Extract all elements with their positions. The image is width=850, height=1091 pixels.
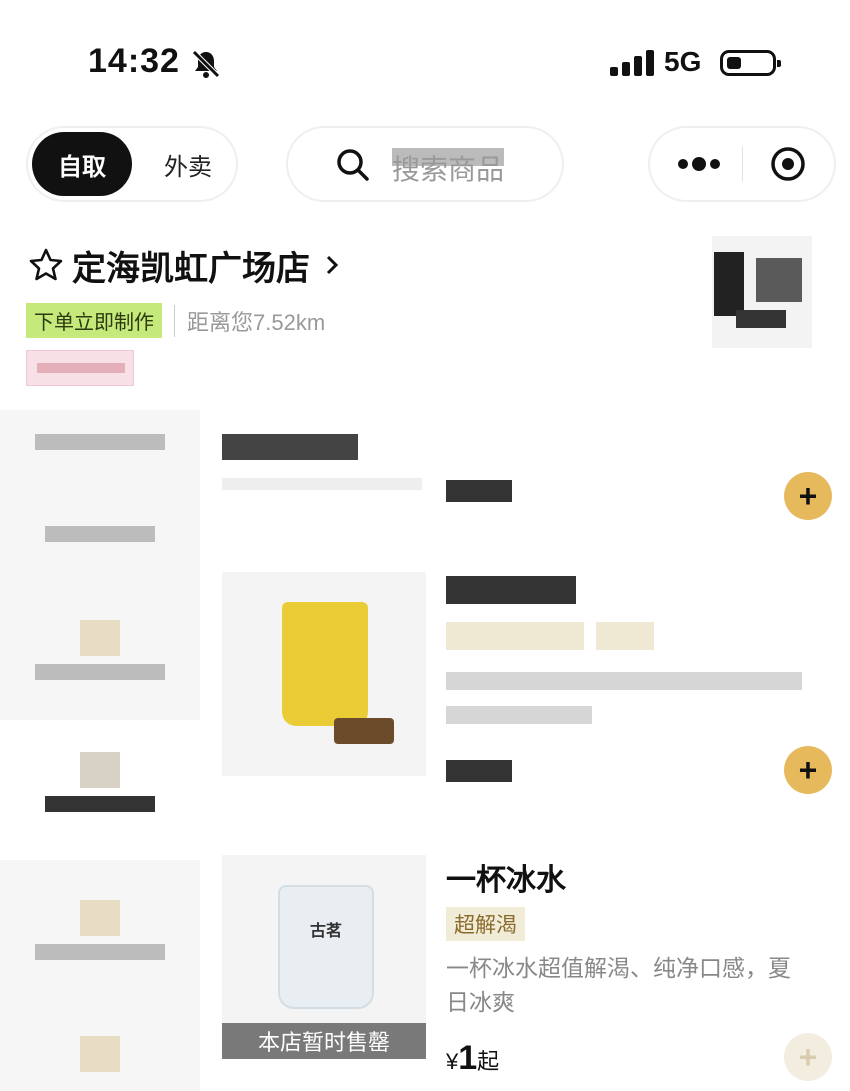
category-item[interactable] <box>0 514 200 604</box>
item-desc-placeholder <box>222 478 422 490</box>
search-input[interactable]: 搜索商品 <box>288 128 562 200</box>
store-image[interactable] <box>712 236 812 348</box>
network-type: 5G <box>664 46 702 77</box>
store-meta: 下单立即制作 距离您7.52km <box>26 303 325 338</box>
item-desc-placeholder <box>446 672 802 690</box>
item-name-placeholder <box>222 434 358 460</box>
item-price-placeholder <box>446 760 512 782</box>
battery-icon <box>720 50 781 76</box>
price-suffix: 起 <box>477 1049 500 1074</box>
bell-muted-icon <box>192 50 220 78</box>
item-description: 一杯冰水超值解渴、纯净口感，夏 日冰爽 <box>446 951 806 1019</box>
category-sidebar <box>0 410 200 1091</box>
add-to-cart-button-disabled: + <box>784 1033 832 1081</box>
list-item[interactable]: + <box>222 428 832 548</box>
status-time: 14:32 <box>88 42 180 80</box>
item-description-line: 一杯冰水超值解渴、纯净口感，夏 <box>446 955 791 981</box>
status-bar: 14:32 5G <box>0 0 850 120</box>
item-name: 一杯冰水 <box>446 864 566 897</box>
product-image[interactable]: 古茗 本店暂时售罄 <box>222 855 426 1059</box>
sold-out-label: 本店暂时售罄 <box>222 1023 426 1059</box>
category-icon <box>80 900 120 936</box>
category-item[interactable] <box>0 1020 200 1090</box>
promo-badge <box>26 350 134 386</box>
chevron-right-icon <box>326 255 339 275</box>
more-icon[interactable] <box>676 150 722 178</box>
add-to-cart-button[interactable]: + <box>784 472 832 520</box>
signal-icon <box>610 50 654 76</box>
category-icon <box>80 752 120 788</box>
mode-delivery-tab[interactable]: 外卖 <box>146 132 230 196</box>
miniapp-capsule <box>650 128 834 200</box>
status-badge: 下单立即制作 <box>26 303 162 338</box>
price-currency: ¥ <box>446 1049 459 1074</box>
category-icon <box>80 1036 120 1072</box>
list-item[interactable]: 古茗 本店暂时售罄 一杯冰水 超解渴 一杯冰水超值解渴、纯净口感，夏 日冰爽 ¥… <box>222 855 832 1085</box>
star-icon[interactable] <box>28 247 64 283</box>
item-tag: 超解渴 <box>446 907 525 941</box>
add-to-cart-button[interactable]: + <box>784 746 832 794</box>
category-item[interactable] <box>0 424 200 514</box>
store-selector[interactable]: 定海凯虹广场店 <box>28 240 346 290</box>
item-description-line: 日冰爽 <box>446 989 515 1015</box>
store-distance: 距离您7.52km <box>174 304 325 337</box>
item-tag-placeholder <box>446 622 584 650</box>
list-item[interactable]: + <box>222 572 832 794</box>
item-price-placeholder <box>446 480 512 502</box>
order-mode-toggle[interactable]: 自取 外卖 <box>28 128 236 200</box>
category-item-active[interactable] <box>0 720 200 860</box>
capsule-divider <box>742 146 743 182</box>
product-brand: 古茗 <box>310 923 343 940</box>
product-image[interactable] <box>222 572 426 776</box>
item-desc-placeholder <box>446 706 592 724</box>
category-item[interactable] <box>0 606 200 716</box>
price-value: 1 <box>458 1039 478 1077</box>
store-name: 定海凯虹广场店 <box>72 249 310 288</box>
search-icon <box>337 149 369 181</box>
category-item[interactable] <box>0 880 200 990</box>
mode-pickup-tab[interactable]: 自取 <box>32 132 132 196</box>
item-name-placeholder <box>446 576 576 604</box>
search-placeholder: 搜索商品 <box>392 148 505 185</box>
item-tag-placeholder <box>596 622 654 650</box>
item-price: ¥1起 <box>446 1039 499 1078</box>
close-miniapp-icon[interactable] <box>770 146 806 182</box>
category-icon <box>80 620 120 656</box>
